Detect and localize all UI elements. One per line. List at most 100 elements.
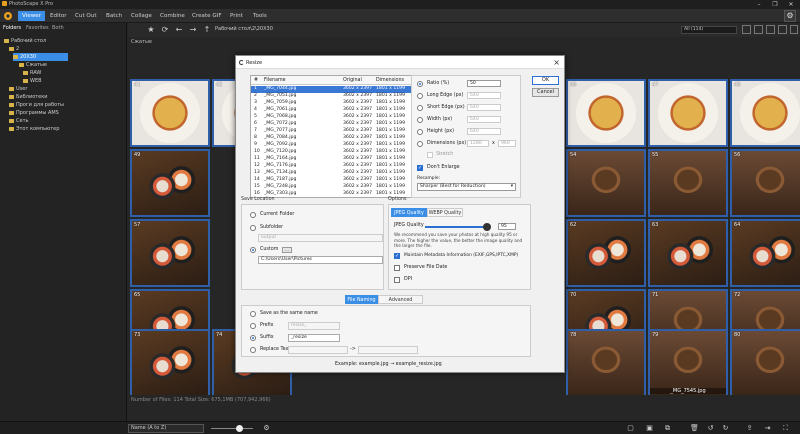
- thumbnail[interactable]: 47: [648, 79, 728, 147]
- close-button[interactable]: ✕: [784, 0, 798, 9]
- height-radio[interactable]: [417, 129, 423, 135]
- file-list-row[interactable]: 5 _MG_7068.jpg 3602 x 2397 1801 x 1199: [251, 114, 416, 121]
- maximize-button[interactable]: ❐: [768, 0, 782, 9]
- file-list-row[interactable]: 14 _MG_7187.jpg 3602 x 2397 1801 x 1199: [251, 177, 416, 184]
- thumbnail[interactable]: 73: [130, 329, 210, 395]
- tab-file-naming[interactable]: File Naming: [345, 295, 378, 304]
- file-list-row[interactable]: 8 _MG_7084.jpg 3602 x 2397 1801 x 1199: [251, 135, 416, 142]
- thumbnail[interactable]: 57: [130, 219, 210, 287]
- file-list-row[interactable]: 10 _MG_7120.jpg 3602 x 2397 1801 x 1199: [251, 149, 416, 156]
- file-list-row[interactable]: 11 _MG_7164.jpg 3602 x 2397 1801 x 1199: [251, 156, 416, 163]
- dimensions-height-input[interactable]: 960: [498, 140, 516, 147]
- thumbnail[interactable]: 79 _MG_7545.jpg: [648, 329, 728, 395]
- view-list-icon[interactable]: [778, 25, 787, 34]
- dpi-checkbox[interactable]: [394, 277, 400, 283]
- replace-to-input[interactable]: [358, 346, 418, 354]
- ratio-radio[interactable]: [417, 81, 423, 87]
- stretch-checkbox[interactable]: [427, 152, 433, 158]
- tree-item[interactable]: Сеть: [9, 117, 28, 125]
- tree-item[interactable]: Рабочий стол: [4, 37, 46, 45]
- menu-cut-out[interactable]: Cut Out: [71, 11, 101, 21]
- thumbnail[interactable]: 56: [730, 149, 800, 217]
- tab-folders[interactable]: Folders: [3, 25, 21, 31]
- trash-icon[interactable]: 🗑: [690, 424, 699, 433]
- view-detail-icon[interactable]: [790, 25, 798, 34]
- file-list-row[interactable]: 15 _MG_7248.jpg 3602 x 2397 1801 x 1199: [251, 184, 416, 191]
- height-input[interactable]: 640: [467, 128, 501, 135]
- menu-collage[interactable]: Collage: [127, 11, 156, 21]
- tree-item[interactable]: Программы AMS: [9, 109, 59, 117]
- select-icon[interactable]: ▢: [626, 424, 635, 433]
- subfolder-radio[interactable]: [250, 225, 256, 231]
- minimize-button[interactable]: –: [752, 0, 766, 9]
- file-list[interactable]: # Filename Original Dimensions 1 _MG_7044…: [250, 75, 417, 198]
- zoom-slider[interactable]: [211, 428, 253, 429]
- gear-icon[interactable]: ⚙: [262, 424, 271, 433]
- file-list-row[interactable]: 12 _MG_7176.jpg 3602 x 2397 1801 x 1199: [251, 163, 416, 170]
- ratio-input[interactable]: 50: [467, 80, 501, 87]
- dimensions-radio[interactable]: [417, 141, 423, 147]
- prefix-radio[interactable]: [250, 323, 256, 329]
- up-arrow-icon[interactable]: ↑: [202, 25, 212, 35]
- tab-favorites[interactable]: Favorites: [26, 25, 49, 31]
- jpeg-quality-slider-knob[interactable]: [482, 223, 491, 231]
- thumbnail[interactable]: 41: [130, 79, 210, 147]
- thumbnail[interactable]: 48: [730, 79, 800, 147]
- menu-editor[interactable]: Editor: [46, 11, 71, 21]
- file-list-row[interactable]: 3 _MG_7059.jpg 3602 x 2397 1801 x 1199: [251, 100, 416, 107]
- settings-gear-icon[interactable]: ⚙: [784, 10, 796, 22]
- replace-from-input[interactable]: [288, 346, 348, 354]
- copy-icon[interactable]: ⧉: [663, 424, 672, 433]
- tree-item[interactable]: 2: [9, 45, 19, 53]
- replace-text-radio[interactable]: [250, 347, 256, 353]
- back-arrow-icon[interactable]: ←: [174, 25, 184, 35]
- suffix-radio[interactable]: [250, 335, 256, 341]
- jpeg-quality-input[interactable]: 95: [498, 223, 516, 230]
- tree-item-selected[interactable]: 20X30: [13, 53, 68, 61]
- rotate-left-icon[interactable]: ↺: [706, 424, 715, 433]
- tree-item[interactable]: Проги для работы: [9, 101, 64, 109]
- browse-button[interactable]: ...: [282, 247, 292, 253]
- cancel-button[interactable]: Cancel: [532, 88, 559, 97]
- tree-item[interactable]: WEB: [23, 77, 42, 85]
- zoom-slider-knob[interactable]: [236, 425, 243, 432]
- filter-dropdown[interactable]: All (114): [681, 26, 737, 34]
- tab-advanced-naming[interactable]: Advanced Naming: [378, 295, 423, 312]
- menu-batch[interactable]: Batch: [102, 11, 126, 21]
- dimensions-width-input[interactable]: 1280: [467, 140, 489, 147]
- width-input[interactable]: 640: [467, 116, 501, 123]
- move-icon[interactable]: ⇥: [763, 424, 772, 433]
- menu-combine[interactable]: Combine: [156, 11, 189, 21]
- thumbnail[interactable]: 62: [566, 219, 646, 287]
- file-list-row[interactable]: 6 _MG_7072.jpg 3602 x 2397 1801 x 1199: [251, 121, 416, 128]
- file-list-row[interactable]: 7 _MG_7077.jpg 3602 x 2397 1801 x 1199: [251, 128, 416, 135]
- file-list-row[interactable]: 2 _MG_7051.jpg 3602 x 2397 1801 x 1199: [251, 93, 416, 100]
- view-grid-medium-icon[interactable]: [754, 25, 763, 34]
- forward-arrow-icon[interactable]: →: [188, 25, 198, 35]
- tree-item[interactable]: Сжатые: [19, 61, 47, 69]
- menu-print[interactable]: Print: [226, 11, 247, 21]
- file-list-row[interactable]: 1 _MG_7044.jpg 3602 x 2397 1801 x 1199: [251, 86, 416, 93]
- menu-tools[interactable]: Tools: [249, 11, 271, 21]
- view-grid-large-icon[interactable]: [766, 25, 775, 34]
- view-grid-small-icon[interactable]: [742, 25, 751, 34]
- edit-icon[interactable]: ▣: [645, 424, 654, 433]
- tab-jpeg-quality[interactable]: JPEG Quality: [391, 208, 427, 217]
- thumbnail[interactable]: 46: [566, 79, 646, 147]
- long-edge-radio[interactable]: [417, 93, 423, 99]
- share-icon[interactable]: ⇪: [745, 424, 754, 433]
- thumbnail[interactable]: 55: [648, 149, 728, 217]
- file-list-row[interactable]: 9 _MG_7092.jpg 3602 x 2397 1801 x 1199: [251, 142, 416, 149]
- thumbnail[interactable]: 49: [130, 149, 210, 217]
- menu-create-gif[interactable]: Create GIF: [188, 11, 226, 21]
- tree-item[interactable]: Этот компьютер: [9, 125, 59, 133]
- custom-path-input[interactable]: C:\Users\User\Pictures: [258, 256, 383, 264]
- tree-item[interactable]: User: [9, 85, 27, 93]
- star-icon[interactable]: ★: [146, 25, 156, 35]
- custom-radio[interactable]: [250, 247, 256, 253]
- width-radio[interactable]: [417, 117, 423, 123]
- file-list-row[interactable]: 13 _MG_7134.jpg 3602 x 2397 1801 x 1199: [251, 170, 416, 177]
- rotate-right-icon[interactable]: ↻: [721, 424, 730, 433]
- thumbnail[interactable]: 63: [648, 219, 728, 287]
- long-edge-input[interactable]: 640: [467, 92, 501, 99]
